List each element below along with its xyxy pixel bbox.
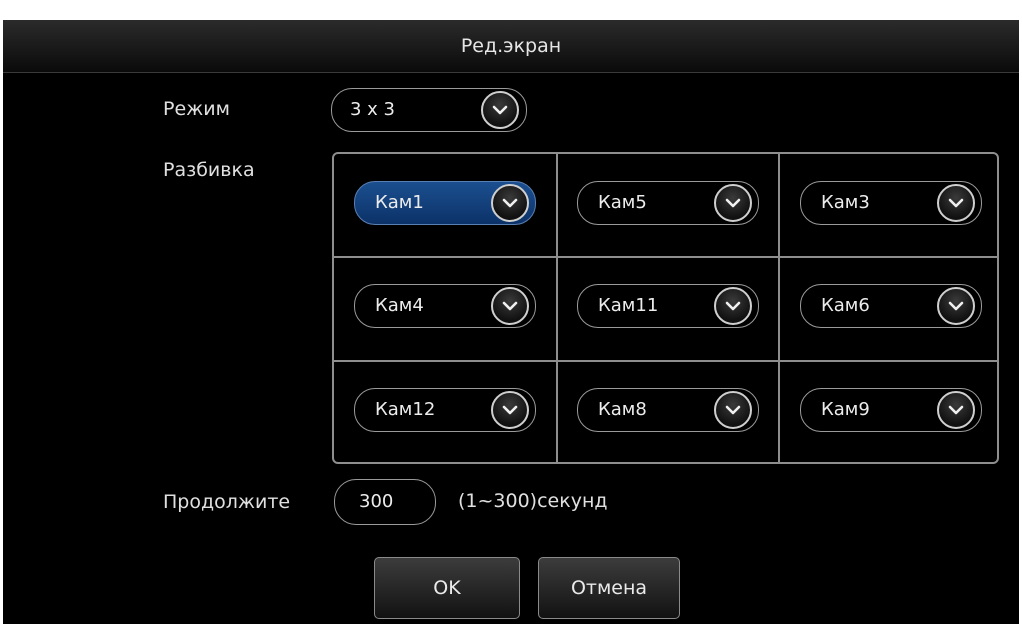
mode-label: Режим [163, 98, 230, 120]
grid-divider [334, 256, 997, 258]
chevron-down-icon[interactable] [714, 287, 752, 325]
camera-select-value: Кам5 [598, 192, 647, 213]
duration-input-value: 300 [359, 491, 394, 512]
chevron-down-icon[interactable] [481, 91, 519, 129]
camera-select-7[interactable]: Кам12 [354, 388, 536, 432]
camera-select-1[interactable]: Кам1 [354, 181, 536, 225]
camera-select-value: Кам12 [375, 399, 436, 420]
camera-select-2[interactable]: Кам5 [577, 181, 759, 225]
camera-select-value: Кам6 [821, 295, 870, 316]
dialog-title: Ред.экран [460, 35, 562, 57]
camera-select-value: Кам4 [375, 295, 424, 316]
camera-select-value: Кам3 [821, 192, 870, 213]
camera-select-6[interactable]: Кам6 [800, 284, 982, 328]
grid-divider [556, 154, 558, 462]
grid-divider [334, 360, 997, 362]
edit-screen-dialog: Ред.экран Режим 3 x 3 Разбивка Кам1 Кам5… [3, 20, 1019, 624]
duration-label: Продолжите [163, 491, 291, 513]
layout-label: Разбивка [163, 159, 255, 181]
duration-input[interactable]: 300 [334, 479, 436, 525]
camera-select-value: Кам1 [375, 192, 424, 213]
top-strip [0, 0, 1022, 20]
cancel-button[interactable]: Отмена [538, 557, 680, 619]
mode-select[interactable]: 3 x 3 [331, 88, 527, 132]
chevron-down-icon[interactable] [937, 391, 975, 429]
camera-select-value: Кам11 [598, 295, 659, 316]
grid-divider [778, 154, 780, 462]
camera-select-9[interactable]: Кам9 [800, 388, 982, 432]
camera-select-5[interactable]: Кам11 [577, 284, 759, 328]
chevron-down-icon[interactable] [491, 391, 529, 429]
chevron-down-icon[interactable] [937, 184, 975, 222]
ok-button[interactable]: OK [374, 557, 520, 619]
camera-select-value: Кам9 [821, 399, 870, 420]
camera-select-4[interactable]: Кам4 [354, 284, 536, 328]
chevron-down-icon[interactable] [714, 391, 752, 429]
chevron-down-icon[interactable] [714, 184, 752, 222]
mode-select-value: 3 x 3 [350, 99, 395, 120]
camera-select-3[interactable]: Кам3 [800, 181, 982, 225]
camera-select-8[interactable]: Кам8 [577, 388, 759, 432]
chevron-down-icon[interactable] [491, 184, 529, 222]
chevron-down-icon[interactable] [937, 287, 975, 325]
duration-hint: (1~300)секунд [458, 490, 608, 512]
camera-select-value: Кам8 [598, 399, 647, 420]
chevron-down-icon[interactable] [491, 287, 529, 325]
